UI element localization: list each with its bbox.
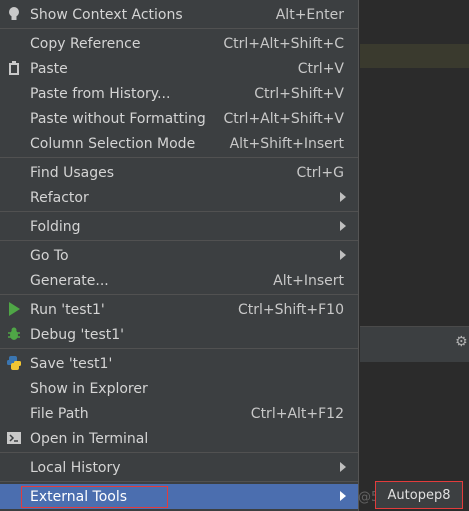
menu-item-label: Find Usages bbox=[30, 164, 115, 181]
menu-item-label: Folding bbox=[30, 218, 81, 235]
tool-window-header bbox=[360, 326, 469, 363]
menu-item-label: Paste from History... bbox=[30, 85, 171, 102]
menu-separator bbox=[0, 240, 358, 241]
editor-area bbox=[360, 68, 469, 326]
menu-item-label: Debug 'test1' bbox=[30, 326, 124, 343]
context-menu: Show Context Actions Alt+Enter Copy Refe… bbox=[0, 0, 359, 511]
menu-item-go-to[interactable]: Go To bbox=[0, 243, 358, 268]
menu-item-debug[interactable]: Debug 'test1' bbox=[0, 322, 358, 347]
submenu-arrow-icon bbox=[340, 221, 346, 231]
menu-item-label: External Tools bbox=[20, 485, 169, 508]
submenu-arrow-icon bbox=[340, 250, 346, 260]
python-icon bbox=[6, 355, 22, 371]
menu-separator bbox=[0, 481, 358, 482]
menu-item-show-in-explorer[interactable]: Show in Explorer bbox=[0, 376, 358, 401]
menu-item-shortcut: Ctrl+Alt+F12 bbox=[250, 405, 344, 422]
menu-item-refactor[interactable]: Refactor bbox=[0, 185, 358, 210]
menu-item-local-history[interactable]: Local History bbox=[0, 455, 358, 480]
menu-item-generate[interactable]: Generate... Alt+Insert bbox=[0, 268, 358, 293]
menu-item-label: Show in Explorer bbox=[30, 380, 148, 397]
menu-item-label: Go To bbox=[30, 247, 69, 264]
menu-separator bbox=[0, 294, 358, 295]
menu-item-shortcut: Ctrl+Alt+Shift+C bbox=[223, 35, 344, 52]
menu-item-label: Run 'test1' bbox=[30, 301, 105, 318]
menu-item-show-context-actions[interactable]: Show Context Actions Alt+Enter bbox=[0, 2, 358, 27]
menu-item-shortcut: Alt+Enter bbox=[275, 6, 344, 23]
submenu-arrow-icon bbox=[340, 462, 346, 472]
gear-icon[interactable]: ⚙ bbox=[455, 335, 469, 349]
menu-item-column-selection-mode[interactable]: Column Selection Mode Alt+Shift+Insert bbox=[0, 131, 358, 156]
menu-separator bbox=[0, 348, 358, 349]
submenu-arrow-icon bbox=[340, 491, 346, 501]
menu-item-label: Copy Reference bbox=[30, 35, 141, 52]
menu-item-shortcut: Alt+Insert bbox=[273, 272, 344, 289]
menu-item-shortcut: Ctrl+Alt+Shift+V bbox=[223, 110, 344, 127]
debug-icon bbox=[6, 326, 22, 342]
submenu-arrow-icon bbox=[340, 192, 346, 202]
menu-separator bbox=[0, 28, 358, 29]
terminal-icon bbox=[6, 430, 22, 446]
editor-current-line bbox=[360, 44, 469, 68]
menu-item-label: Show Context Actions bbox=[30, 6, 183, 23]
menu-item-label: Paste bbox=[30, 60, 68, 77]
menu-separator bbox=[0, 157, 358, 158]
menu-separator bbox=[0, 211, 358, 212]
menu-item-open-in-terminal[interactable]: Open in Terminal bbox=[0, 426, 358, 451]
menu-item-paste-without-formatting[interactable]: Paste without Formatting Ctrl+Alt+Shift+… bbox=[0, 106, 358, 131]
menu-item-shortcut: Alt+Shift+Insert bbox=[229, 135, 344, 152]
menu-item-shortcut: Ctrl+V bbox=[297, 60, 344, 77]
menu-item-file-path[interactable]: File Path Ctrl+Alt+F12 bbox=[0, 401, 358, 426]
menu-item-shortcut: Ctrl+G bbox=[296, 164, 345, 181]
menu-item-shortcut: Ctrl+Shift+F10 bbox=[237, 301, 344, 318]
menu-separator bbox=[0, 452, 358, 453]
menu-item-shortcut: Ctrl+Shift+V bbox=[254, 85, 344, 102]
menu-item-run[interactable]: Run 'test1' Ctrl+Shift+F10 bbox=[0, 297, 358, 322]
menu-item-external-tools[interactable]: External Tools bbox=[0, 484, 358, 509]
menu-item-copy-reference[interactable]: Copy Reference Ctrl+Alt+Shift+C bbox=[0, 31, 358, 56]
lightbulb-icon bbox=[6, 6, 22, 22]
menu-item-label: Paste without Formatting bbox=[30, 110, 206, 127]
menu-item-folding[interactable]: Folding bbox=[0, 214, 358, 239]
submenu-item-label: Autopep8 bbox=[387, 487, 451, 503]
menu-item-paste-from-history[interactable]: Paste from History... Ctrl+Shift+V bbox=[0, 81, 358, 106]
menu-item-label: File Path bbox=[30, 405, 89, 422]
menu-item-paste[interactable]: Paste Ctrl+V bbox=[0, 56, 358, 81]
submenu-item-autopep8[interactable]: Autopep8 bbox=[375, 481, 463, 509]
clipboard-icon bbox=[6, 60, 22, 76]
run-icon bbox=[6, 301, 22, 317]
menu-item-label: Generate... bbox=[30, 272, 109, 289]
menu-item-label: Local History bbox=[30, 459, 121, 476]
menu-item-save[interactable]: Save 'test1' bbox=[0, 351, 358, 376]
menu-item-label: Column Selection Mode bbox=[30, 135, 196, 152]
menu-item-find-usages[interactable]: Find Usages Ctrl+G bbox=[0, 160, 358, 185]
menu-item-label: Save 'test1' bbox=[30, 355, 113, 372]
menu-item-label: Refactor bbox=[30, 189, 89, 206]
menu-item-label: Open in Terminal bbox=[30, 430, 149, 447]
